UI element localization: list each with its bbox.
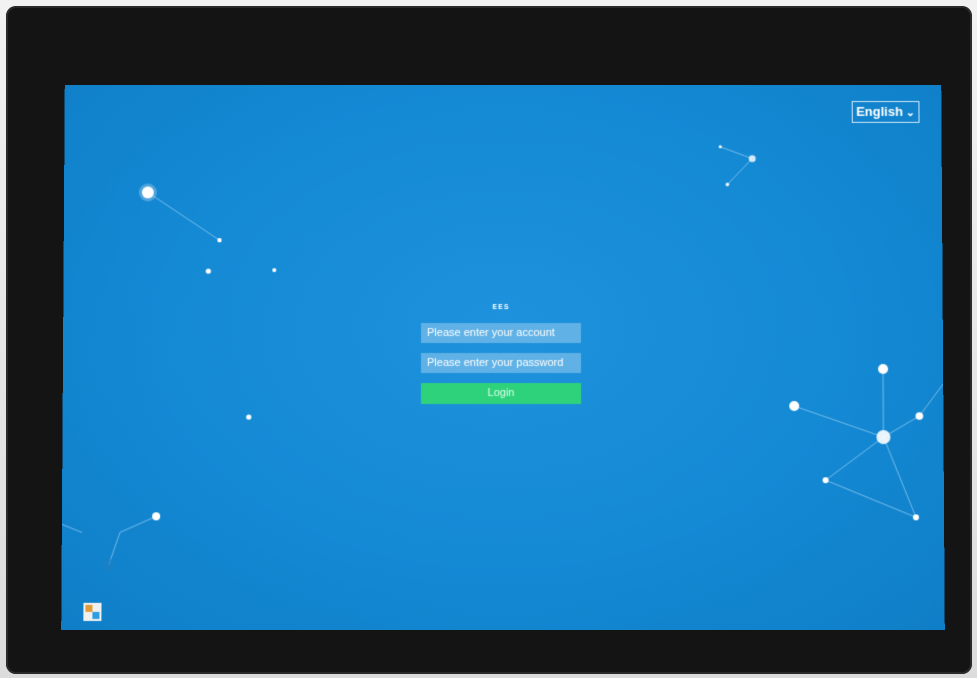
login-title: EES (492, 303, 510, 312)
chevron-down-icon: ⌄ (905, 106, 916, 119)
logo-square-orange (85, 604, 93, 612)
screen: English ⌄ EES Please enter your account P… (61, 85, 945, 631)
monitor-bezel: English ⌄ EES Please enter your account P… (6, 6, 972, 674)
app-logo-icon (83, 602, 102, 621)
login-button[interactable]: Login (420, 383, 582, 405)
language-label: English (856, 104, 903, 119)
language-selector[interactable]: English ⌄ (851, 101, 920, 123)
account-input[interactable]: Please enter your account (421, 323, 581, 344)
logo-square-blue (92, 611, 100, 619)
login-form: EES Please enter your account Please ent… (420, 303, 582, 405)
password-input[interactable]: Please enter your password (420, 353, 582, 374)
